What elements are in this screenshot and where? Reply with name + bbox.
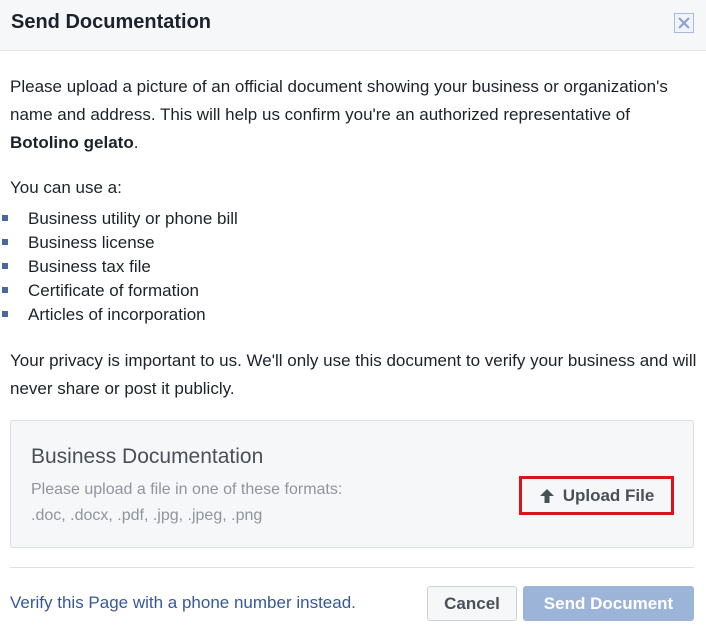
upload-panel-title: Business Documentation: [31, 445, 264, 468]
upload-format-hint: Please upload a file in one of these for…: [31, 477, 431, 529]
intro-paragraph: Please upload a picture of an official d…: [10, 73, 690, 157]
intro-text: Please upload a picture of an official d…: [10, 77, 668, 124]
upload-highlight-box: Upload File: [519, 476, 674, 515]
list-item-label: Certificate of formation: [28, 281, 200, 300]
bullet-icon: [2, 215, 8, 221]
list-item-label: Business license: [28, 233, 155, 252]
upload-arrow-icon: [539, 488, 554, 503]
bullet-icon: [2, 239, 8, 245]
list-item-label: Business tax file: [28, 257, 151, 276]
intro-text-end: .: [133, 133, 139, 152]
upload-file-label: Upload File: [562, 485, 655, 505]
bullet-icon: [2, 311, 8, 317]
upload-formats: .doc, .docx, .pdf, .jpg, .jpeg, .png: [31, 507, 263, 524]
list-item: Business utility or phone bill: [0, 207, 238, 231]
list-item-label: Articles of incorporation: [28, 305, 206, 324]
business-name: Botolino gelato: [10, 133, 134, 152]
list-item: Articles of incorporation: [0, 303, 238, 327]
upload-hint-line: Please upload a file in one of these for…: [31, 481, 343, 498]
upload-panel: Business Documentation Please upload a f…: [10, 420, 694, 548]
document-type-list: Business utility or phone bill Business …: [0, 207, 238, 327]
send-document-button[interactable]: Send Document: [523, 586, 694, 621]
list-item: Business tax file: [0, 255, 238, 279]
list-item-label: Business utility or phone bill: [28, 209, 238, 228]
bullet-icon: [2, 263, 8, 269]
footer-divider: [10, 567, 694, 568]
list-item: Business license: [0, 231, 238, 255]
list-item: Certificate of formation: [0, 279, 238, 303]
close-icon: [678, 17, 690, 29]
use-label: You can use a:: [10, 178, 122, 197]
dialog-header: Send Documentation: [0, 0, 706, 51]
verify-phone-link[interactable]: Verify this Page with a phone number ins…: [10, 591, 356, 615]
send-documentation-dialog: Send Documentation Please upload a pictu…: [0, 0, 706, 634]
privacy-notice: Your privacy is important to us. We'll o…: [10, 351, 697, 398]
upload-file-button[interactable]: Upload File: [524, 481, 669, 510]
cancel-button[interactable]: Cancel: [427, 586, 517, 621]
dialog-title: Send Documentation: [11, 11, 212, 33]
bullet-icon: [2, 287, 8, 293]
close-button[interactable]: [674, 13, 694, 33]
